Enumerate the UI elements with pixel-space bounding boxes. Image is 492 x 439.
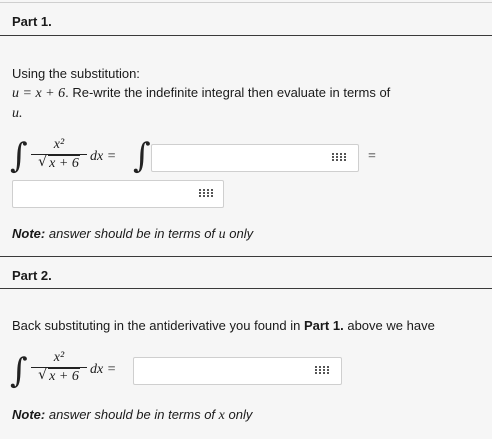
- note-label: Note:: [12, 226, 46, 241]
- note-label: Note:: [12, 407, 46, 422]
- part1-integrand-denominator: √ x + 6: [31, 154, 87, 172]
- part1-header: Part 1.: [0, 2, 492, 36]
- part2-intro-text: Back substituting in the antiderivative …: [12, 318, 301, 333]
- part1-intro-line2: u = x + 6. Re-write the indefinite integ…: [12, 83, 390, 103]
- note-tail: only: [229, 226, 254, 241]
- part1-dx-equals: dx =: [90, 149, 117, 164]
- part2-note: Note: answer should be in terms of x onl…: [12, 407, 252, 424]
- note-text: answer should be in terms of: [48, 407, 216, 422]
- part1-equals-sign: =: [368, 149, 376, 164]
- part2-intro: Back substituting in the antiderivative …: [12, 316, 435, 335]
- note-tail: only: [228, 407, 253, 422]
- sqrt-symbol: √ x + 6: [38, 367, 80, 384]
- part2-intro-bold: Part 1.: [303, 318, 344, 333]
- part1-intro-var: u.: [12, 106, 23, 121]
- part1-intro-line3: u.: [12, 103, 23, 123]
- substitution-equation: u = x + 6: [12, 86, 66, 101]
- part2-answer-input[interactable]: [133, 357, 342, 385]
- math-palette-icon[interactable]: [315, 366, 329, 377]
- part1-intro-line2-text: . Re-write the indefinite integral then …: [65, 85, 391, 100]
- note-var: x: [218, 408, 225, 423]
- sqrt-symbol: √ x + 6: [38, 154, 80, 171]
- note-var: u: [218, 227, 226, 242]
- math-palette-icon[interactable]: [199, 189, 213, 200]
- integral-sign-part2: ∫: [10, 351, 28, 391]
- part1-integrand-numerator: x²: [53, 137, 65, 152]
- integral-sign-right: ∫: [133, 136, 151, 176]
- part2-dx-equals: dx =: [90, 362, 117, 377]
- part2-integrand-fraction: x² √ x + 6: [31, 350, 87, 385]
- note-text: answer should be in terms of: [48, 226, 216, 241]
- integral-sign-left: ∫: [10, 136, 28, 176]
- part1-integrand-fraction: x² √ x + 6: [31, 137, 87, 172]
- part2-header: Part 2.: [0, 256, 492, 289]
- part2-title: Part 2.: [12, 268, 52, 283]
- part2-intro-tail: above we have: [347, 318, 435, 333]
- part2-integrand-denominator: √ x + 6: [31, 367, 87, 385]
- part1-integral-input[interactable]: [151, 144, 359, 172]
- part1-title: Part 1.: [12, 14, 52, 29]
- math-palette-icon[interactable]: [332, 153, 346, 164]
- part2-integrand-numerator: x²: [53, 350, 65, 365]
- part1-intro-line1: Using the substitution:: [12, 66, 140, 81]
- part1-note: Note: answer should be in terms of u onl…: [12, 226, 253, 243]
- part1-antiderivative-input[interactable]: [12, 180, 224, 208]
